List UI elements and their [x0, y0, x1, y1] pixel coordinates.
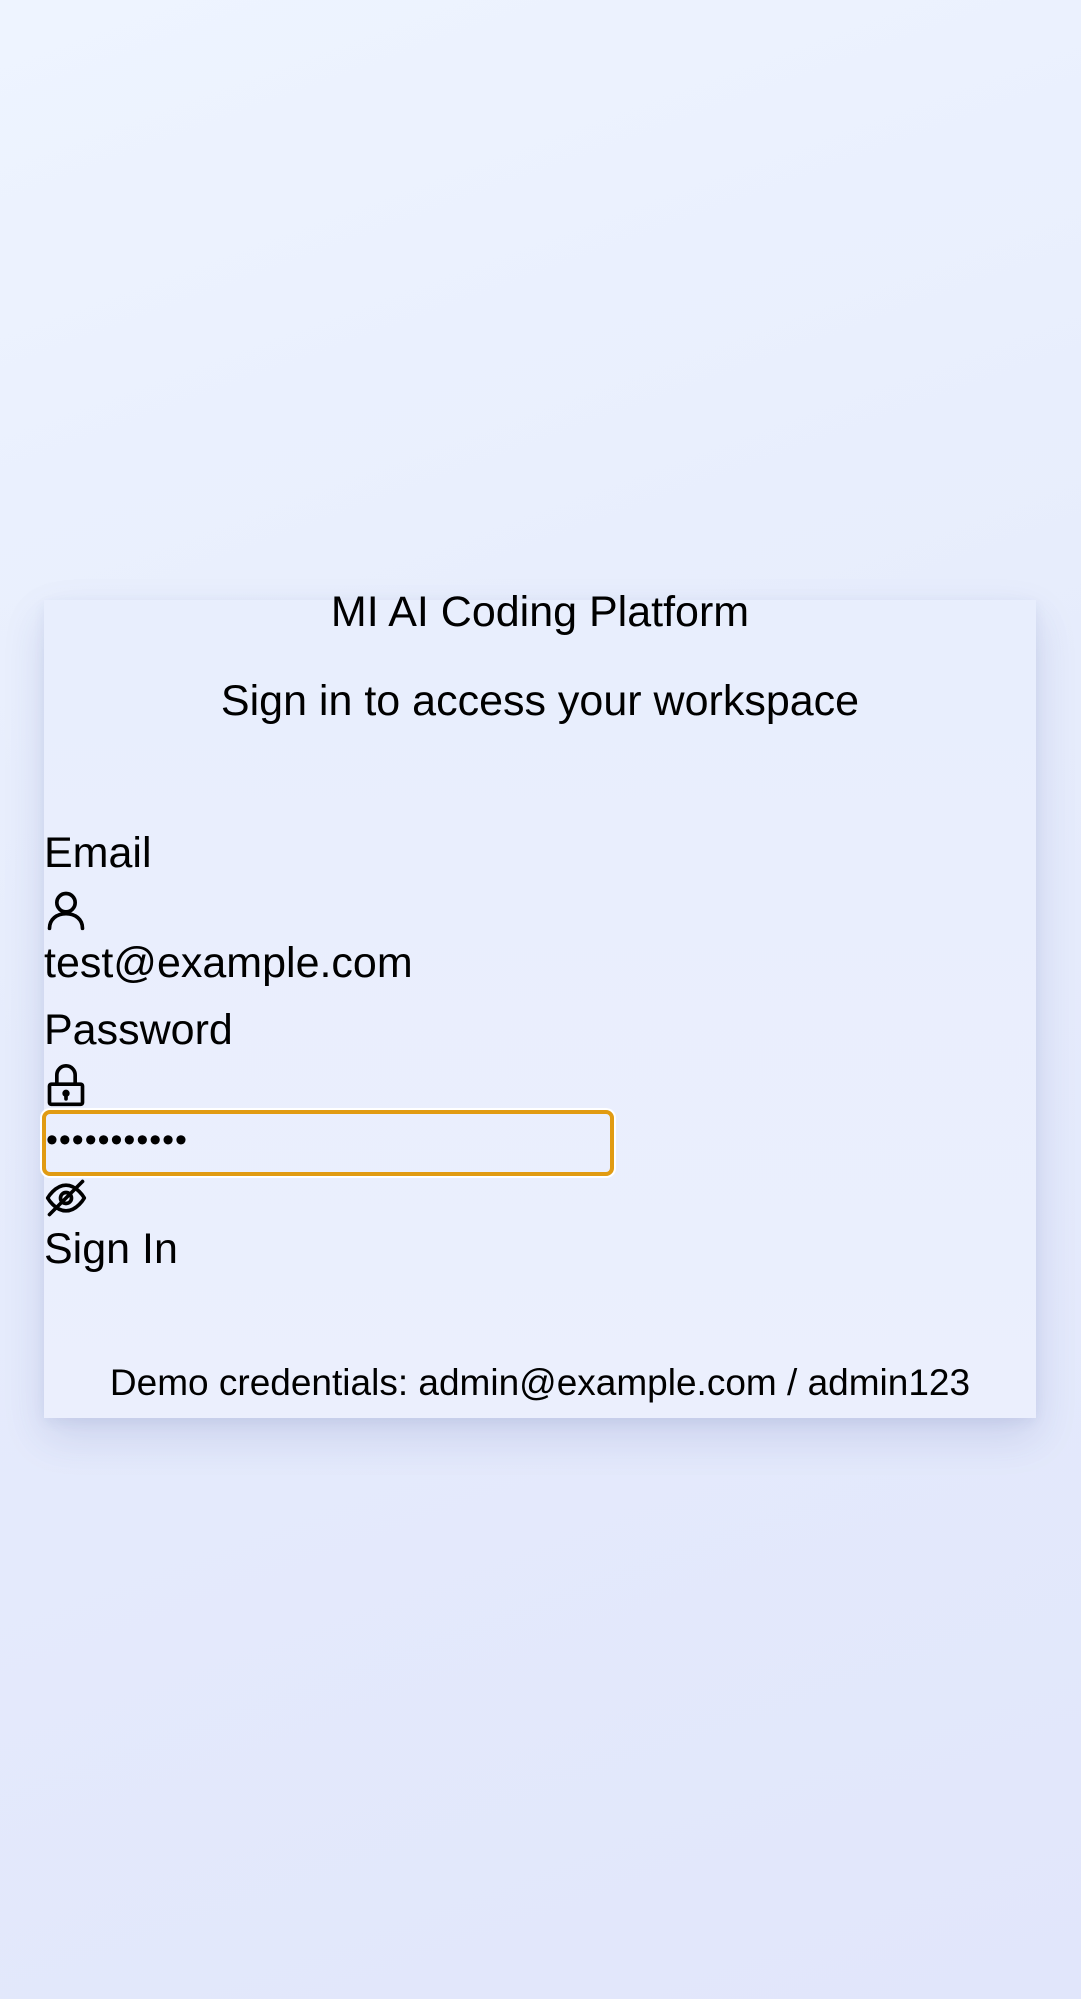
email-field[interactable] [44, 936, 604, 990]
password-field[interactable] [42, 1110, 614, 1176]
lock-icon [44, 1064, 88, 1108]
sign-in-button[interactable]: Sign In [44, 1222, 178, 1276]
page-title: MI AI Coding Platform [330, 588, 750, 636]
password-label: Password [44, 1006, 233, 1054]
page-subtitle: Sign in to access your workspace [220, 677, 860, 725]
demo-credentials: Demo credentials: admin@example.com / ad… [109, 1362, 971, 1403]
email-label: Email [44, 829, 152, 877]
user-icon [44, 888, 88, 932]
eye-off-icon[interactable] [44, 1176, 88, 1220]
